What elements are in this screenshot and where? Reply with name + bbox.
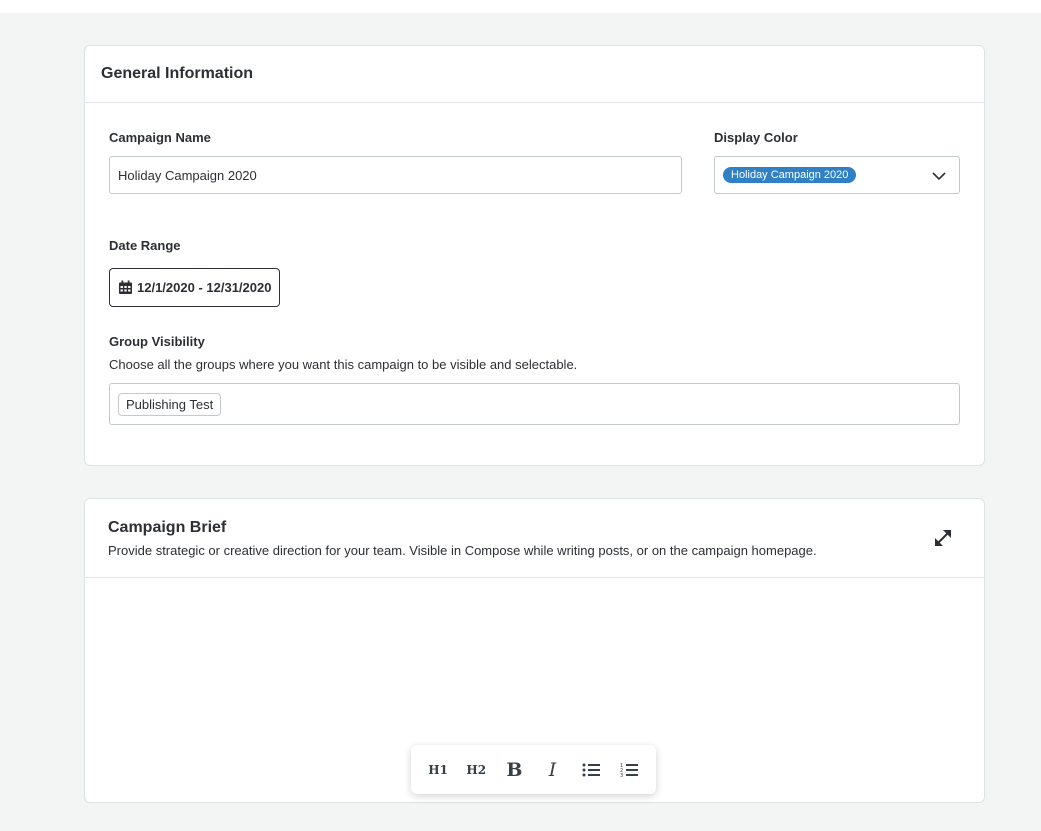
display-color-select[interactable]: Holiday Campaign 2020 <box>714 156 960 194</box>
italic-button[interactable]: I <box>538 755 568 785</box>
campaign-brief-header: Campaign Brief Provide strategic or crea… <box>85 499 984 578</box>
top-bar <box>0 0 1041 13</box>
group-visibility-help: Choose all the groups where you want thi… <box>109 357 578 372</box>
numbered-list-icon: 1 2 3 <box>620 763 638 778</box>
group-tag[interactable]: Publishing Test <box>118 392 222 416</box>
group-visibility-input[interactable]: Publishing Test <box>109 383 960 425</box>
campaign-name-label: Campaign Name <box>109 130 211 145</box>
numbered-list-button[interactable]: 1 2 3 <box>614 755 644 785</box>
date-range-button[interactable]: 12/1/2020 - 12/31/2020 <box>109 268 281 307</box>
campaign-brief-description: Provide strategic or creative direction … <box>108 543 817 558</box>
expand-icon[interactable] <box>932 527 954 549</box>
bold-button[interactable]: B <box>499 755 529 785</box>
bullet-list-button[interactable] <box>576 755 606 785</box>
general-information-title: General Information <box>101 65 254 82</box>
formatting-toolbar: H1 H2 B I 1 2 3 <box>411 745 656 794</box>
display-color-pill: Holiday Campaign 2020 <box>723 167 857 183</box>
group-visibility-label: Group Visibility <box>109 334 205 349</box>
calendar-icon <box>119 280 132 294</box>
date-range-label: Date Range <box>109 238 181 253</box>
bullet-list-icon <box>582 763 600 776</box>
general-information-header: General Information <box>85 46 984 103</box>
svg-text:3: 3 <box>620 773 623 778</box>
chevron-down-icon <box>932 172 946 181</box>
heading1-button[interactable]: H1 <box>423 755 453 785</box>
campaign-brief-title: Campaign Brief <box>108 519 227 536</box>
date-range-value: 12/1/2020 - 12/31/2020 <box>137 280 272 295</box>
display-color-label: Display Color <box>714 130 798 145</box>
heading2-button[interactable]: H2 <box>461 755 491 785</box>
campaign-name-input[interactable] <box>109 156 682 194</box>
